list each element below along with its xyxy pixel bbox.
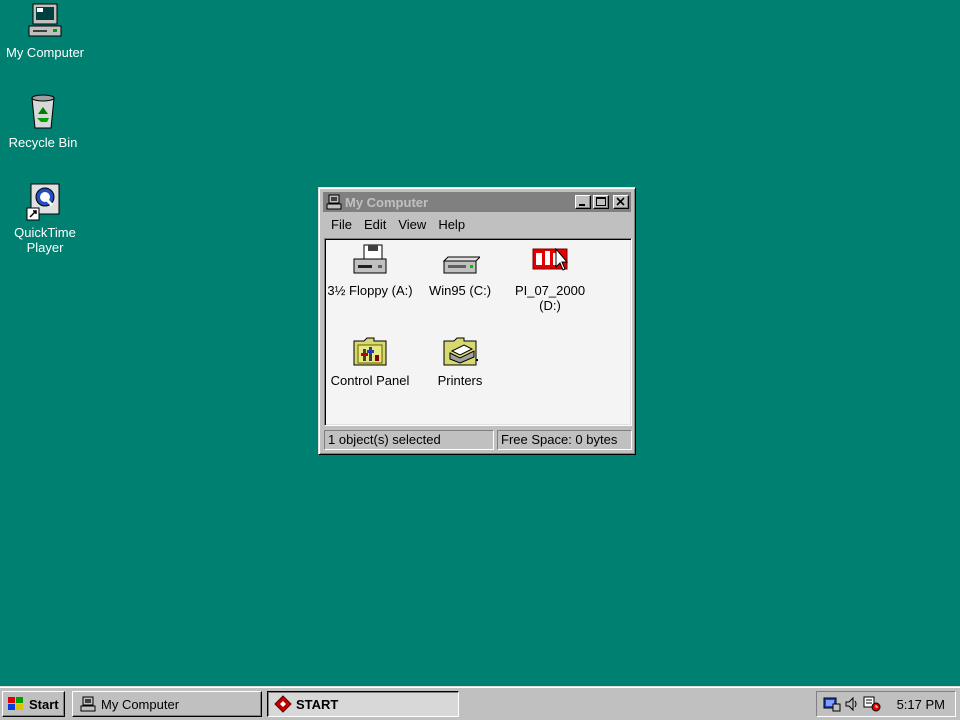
task-start[interactable]: START <box>267 691 459 717</box>
start-app-icon <box>274 695 292 713</box>
close-icon <box>616 197 625 206</box>
item-label: Printers <box>437 373 483 388</box>
minimize-icon <box>579 204 585 206</box>
drive-c-item[interactable]: Win95 (C:) <box>415 243 505 298</box>
desktop-icon-my-computer[interactable]: My Computer <box>2 2 88 60</box>
display-icon[interactable] <box>823 696 841 712</box>
status-bar: 1 object(s) selected Free Space: 0 bytes <box>324 430 632 450</box>
drive-d-item[interactable]: PI_07_2000 (D:) <box>505 243 595 313</box>
menu-bar: File Edit View Help <box>325 215 471 235</box>
scheduler-icon[interactable] <box>863 696 881 712</box>
desktop-icon-label: Recycle Bin <box>8 135 78 150</box>
my-computer-window: My Computer File Edit View Help 3½ Flopp… <box>318 187 636 455</box>
menu-help[interactable]: Help <box>432 215 471 235</box>
computer-icon <box>28 3 62 37</box>
drive-a-item[interactable]: 3½ Floppy (A:) <box>325 243 415 298</box>
status-selection: 1 object(s) selected <box>324 430 494 450</box>
start-label: Start <box>29 696 59 712</box>
computer-icon <box>326 194 342 210</box>
item-label: Control Panel <box>330 373 410 388</box>
hard-drive-icon <box>442 256 480 274</box>
cd-drive-icon <box>532 247 569 271</box>
item-label: PI_07_2000 (D:) <box>514 283 586 313</box>
folder-content: 3½ Floppy (A:) Win95 (C:) PI_07_2000 (D:… <box>324 238 632 426</box>
status-free-space: Free Space: 0 bytes <box>497 430 632 450</box>
maximize-icon <box>596 197 606 206</box>
volume-icon[interactable] <box>844 696 860 712</box>
printers-folder-icon <box>443 337 478 366</box>
item-label: 3½ Floppy (A:) <box>327 283 413 298</box>
floppy-drive-icon <box>353 244 387 274</box>
system-tray: 5:17 PM <box>816 691 956 717</box>
close-button[interactable] <box>613 195 629 209</box>
desktop-icon-quicktime-player[interactable]: QuickTime Player <box>2 182 88 255</box>
task-label: My Computer <box>101 696 180 712</box>
desktop-icon-recycle-bin[interactable]: Recycle Bin <box>0 92 86 150</box>
item-label: Win95 (C:) <box>428 283 492 298</box>
menu-view[interactable]: View <box>392 215 432 235</box>
title-bar[interactable]: My Computer <box>323 192 631 212</box>
desktop-icon-label: My Computer <box>5 45 85 60</box>
taskbar: Start My Computer START 5:17 PM <box>0 686 960 720</box>
desktop-icon-label: QuickTime Player <box>14 225 76 255</box>
recycle-bin-icon <box>31 94 55 129</box>
start-button[interactable]: Start <box>2 691 65 717</box>
windows-logo-icon <box>8 697 23 710</box>
quicktime-icon <box>26 183 60 221</box>
task-label: START <box>296 696 339 712</box>
maximize-button[interactable] <box>593 195 609 209</box>
control-panel-folder-icon <box>353 337 387 366</box>
control-panel-item[interactable]: Control Panel <box>325 333 415 388</box>
printers-item[interactable]: Printers <box>415 333 505 388</box>
computer-icon <box>80 696 96 712</box>
minimize-button[interactable] <box>575 195 591 209</box>
task-my-computer[interactable]: My Computer <box>72 691 262 717</box>
clock[interactable]: 5:17 PM <box>897 697 945 712</box>
window-title: My Computer <box>345 194 429 210</box>
menu-file[interactable]: File <box>325 215 358 235</box>
menu-edit[interactable]: Edit <box>358 215 392 235</box>
desktop: My Computer Recycle Bin QuickTime Player <box>0 0 960 686</box>
